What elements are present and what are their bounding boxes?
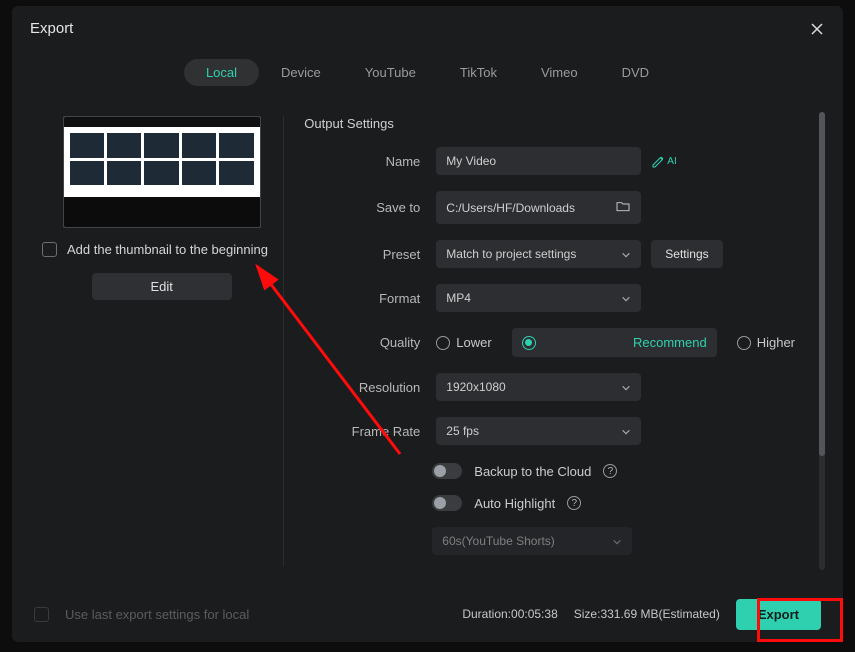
folder-icon[interactable] [615,198,631,217]
output-settings-panel: Output Settings Name AI Save to C:/Users… [296,96,825,586]
resolution-select[interactable]: 1920x1080 [436,373,641,401]
titlebar: Export [12,6,843,43]
auto-highlight-preset-select: 60s(YouTube Shorts) [432,527,632,555]
output-settings-heading: Output Settings [304,116,795,131]
edit-thumbnail-button[interactable]: Edit [92,273,232,300]
quality-recommend-radio[interactable]: Recommend [512,328,717,357]
auto-highlight-label: Auto Highlight [474,496,555,511]
export-dialog: Export Local Device YouTube TikTok Vimeo… [12,6,843,642]
quality-higher-radio[interactable]: Higher [737,335,795,350]
format-label: Format [304,291,436,306]
tab-local[interactable]: Local [184,59,259,86]
auto-highlight-toggle[interactable] [432,495,462,511]
preset-select[interactable]: Match to project settings [436,240,641,268]
tab-vimeo[interactable]: Vimeo [519,59,600,86]
backup-cloud-toggle[interactable] [432,463,462,479]
duration-info: Duration:00:05:38 [462,607,557,621]
chevron-down-icon [621,293,631,303]
saveto-label: Save to [304,200,436,215]
tab-device[interactable]: Device [259,59,343,86]
add-thumbnail-checkbox[interactable] [42,242,57,257]
name-label: Name [304,154,436,169]
name-input[interactable] [436,147,641,175]
backup-cloud-label: Backup to the Cloud [474,464,591,479]
use-last-settings-checkbox[interactable] [34,607,49,622]
add-thumbnail-label: Add the thumbnail to the beginning [67,242,268,257]
thumbnail-panel: Add the thumbnail to the beginning Edit [40,96,283,586]
chevron-down-icon [621,426,631,436]
close-icon[interactable] [809,21,825,37]
chevron-down-icon [612,536,622,546]
tab-youtube[interactable]: YouTube [343,59,438,86]
vertical-divider [283,116,284,566]
export-tabs: Local Device YouTube TikTok Vimeo DVD [12,59,843,86]
format-select[interactable]: MP4 [436,284,641,312]
tab-dvd[interactable]: DVD [600,59,671,86]
quality-label: Quality [304,335,436,350]
chevron-down-icon [621,382,631,392]
quality-lower-radio[interactable]: Lower [436,335,491,350]
dialog-footer: Use last export settings for local Durat… [12,586,843,642]
preset-label: Preset [304,247,436,262]
use-last-settings-label: Use last export settings for local [65,607,249,622]
size-info: Size:331.69 MB(Estimated) [574,607,720,621]
export-button[interactable]: Export [736,599,821,630]
preset-settings-button[interactable]: Settings [651,240,722,268]
framerate-select[interactable]: 25 fps [436,417,641,445]
framerate-label: Frame Rate [304,424,436,439]
video-thumbnail[interactable] [63,116,261,228]
scrollbar[interactable] [819,112,825,570]
help-icon[interactable]: ? [603,464,617,478]
resolution-label: Resolution [304,380,436,395]
help-icon[interactable]: ? [567,496,581,510]
saveto-path[interactable]: C:/Users/HF/Downloads [436,191,641,224]
tab-tiktok[interactable]: TikTok [438,59,519,86]
chevron-down-icon [621,249,631,259]
dialog-title: Export [30,20,809,37]
ai-name-icon[interactable]: AI [651,153,676,169]
